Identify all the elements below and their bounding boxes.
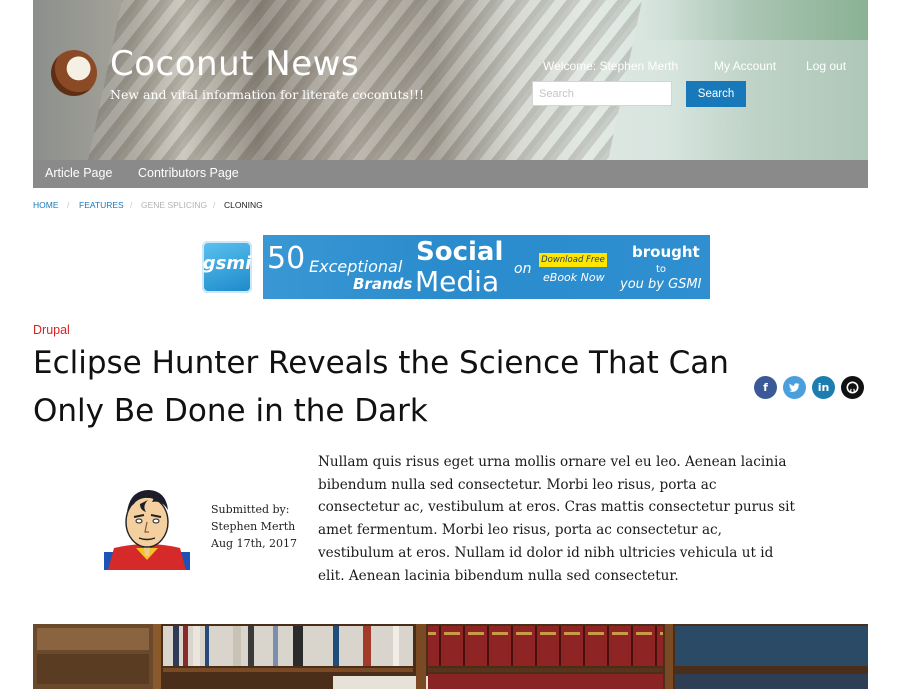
- github-icon[interactable]: [841, 376, 864, 399]
- ad-media: Media: [415, 265, 500, 298]
- breadcrumb: Home / Features / Gene Splicing / Clonin…: [33, 200, 433, 212]
- main-nav: Article Page Contributors Page: [33, 160, 868, 188]
- github-octocat-glyph: [846, 381, 859, 394]
- ad-ebook: eBook Now: [543, 271, 605, 284]
- breadcrumb-separator: /: [213, 200, 216, 210]
- author-name[interactable]: Stephen Merth: [211, 518, 311, 535]
- breadcrumb-cloning: Cloning: [224, 200, 263, 210]
- log-out-link[interactable]: Log out: [806, 59, 846, 73]
- ad-brands: Brands: [353, 275, 413, 293]
- welcome-link[interactable]: Welcome: Stephen Merth: [543, 59, 678, 73]
- twitter-icon[interactable]: [783, 376, 806, 399]
- ad-number: 50: [267, 241, 306, 276]
- my-account-link[interactable]: My Account: [714, 59, 776, 73]
- breadcrumb-gene-splicing[interactable]: Gene Splicing: [141, 200, 207, 210]
- ad-banner[interactable]: gsmi 50 Exceptional Brands Social Media …: [200, 235, 710, 299]
- site-name[interactable]: Coconut News: [110, 44, 359, 84]
- ad-you-by-gsmi: you by GSMI: [620, 277, 702, 292]
- gsmi-logo-icon: gsmi: [202, 241, 252, 293]
- ad-on: on: [514, 261, 532, 277]
- breadcrumb-separator: /: [67, 200, 70, 210]
- ad-download-badge: Download Free: [539, 253, 607, 267]
- breadcrumb-home[interactable]: Home: [33, 200, 59, 210]
- ad-body: 50 Exceptional Brands Social Media on Do…: [263, 235, 710, 299]
- article-body: Nullam quis risus eget urna mollis ornar…: [318, 454, 795, 584]
- account-links: Welcome: Stephen Merth My Account Log ou…: [543, 59, 853, 79]
- facebook-icon[interactable]: f: [754, 376, 777, 399]
- breadcrumb-separator: /: [130, 200, 133, 210]
- share-buttons: f in: [754, 376, 866, 400]
- gsmi-logo-text: gsmi: [202, 253, 252, 274]
- ad-to: to: [656, 264, 667, 275]
- submitted-by-label: Submitted by:: [211, 503, 290, 516]
- search-button[interactable]: Search: [686, 81, 746, 107]
- category-tag[interactable]: Drupal: [33, 323, 70, 337]
- site-header: Coconut News New and vital information f…: [33, 0, 868, 160]
- breadcrumb-features[interactable]: Features: [79, 200, 124, 210]
- site-slogan: New and vital information for literate c…: [110, 87, 425, 102]
- ad-exceptional: Exceptional: [309, 257, 403, 276]
- nav-item-article-page[interactable]: Article Page: [45, 166, 112, 180]
- twitter-bird-glyph: [789, 383, 800, 392]
- ad-social: Social: [416, 237, 504, 267]
- superman-avatar-image: [104, 490, 190, 570]
- linkedin-icon[interactable]: in: [812, 376, 835, 399]
- bookshelf-photo: [33, 624, 868, 689]
- search-input[interactable]: [532, 81, 672, 106]
- ad-brought: brought: [632, 243, 700, 261]
- author-avatar[interactable]: [104, 482, 190, 570]
- bookshelf-image: [33, 624, 868, 689]
- article-title: Eclipse Hunter Reveals the Science That …: [33, 345, 729, 429]
- nav-item-contributors-page[interactable]: Contributors Page: [138, 166, 239, 180]
- publish-date: Aug 17th, 2017: [211, 537, 298, 550]
- header-background-leaves: [638, 0, 868, 40]
- coconut-logo-icon[interactable]: [51, 50, 97, 96]
- author-meta: Submitted by: Stephen Merth Aug 17th, 20…: [211, 501, 311, 552]
